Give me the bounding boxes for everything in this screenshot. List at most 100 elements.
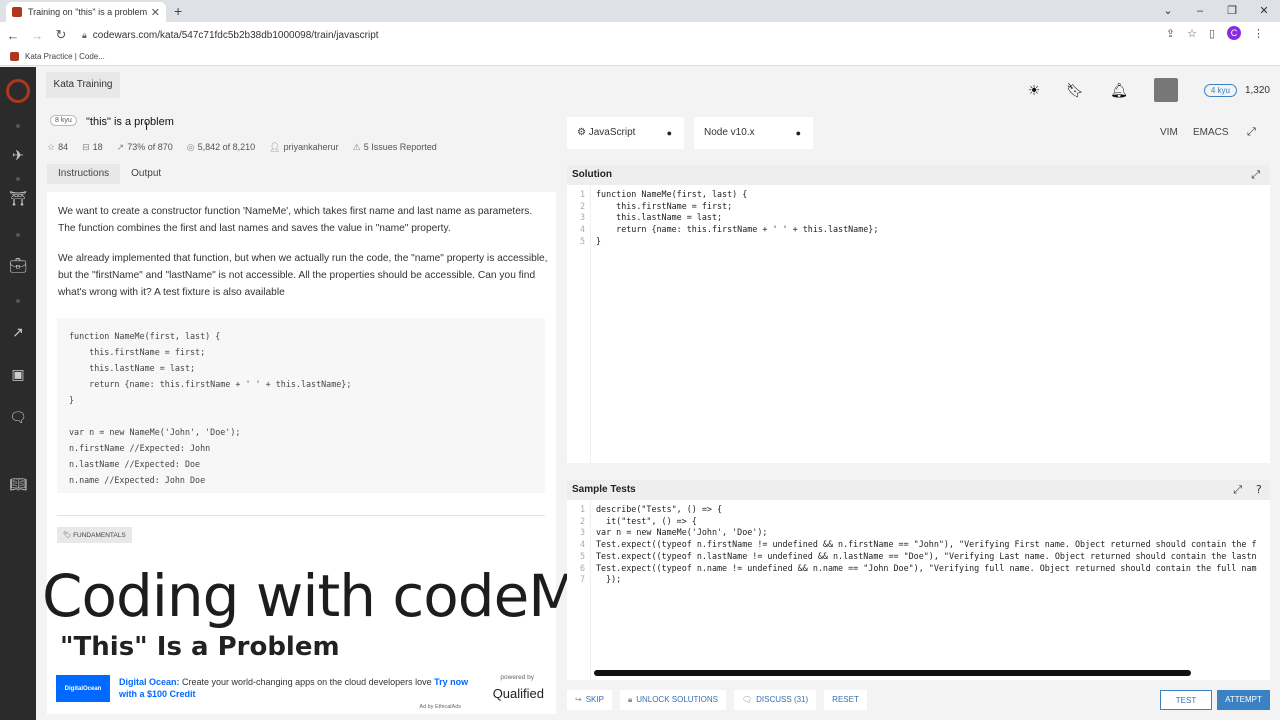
kata-title: "this" is a problem: [86, 116, 174, 128]
ad-text: Digital Ocean: Create your world-changin…: [119, 677, 469, 699]
dojo-icon[interactable]: ⛩︎: [8, 190, 28, 207]
rail-dot: [16, 124, 20, 128]
tag-icon: 🏷︎: [63, 532, 74, 539]
chat-icon[interactable]: 🗨︎: [8, 409, 28, 426]
codewars-favicon-icon: [10, 52, 19, 61]
minimize-icon[interactable]: –: [1184, 0, 1216, 22]
browser-actions: ⇪ ☆ ▯ C ⋮: [1166, 26, 1264, 40]
code-row: 2 this.firstName = first;: [579, 200, 733, 211]
discord-icon[interactable]: ▣: [8, 366, 28, 383]
rail-dot: [16, 233, 20, 237]
bookmark-star-icon[interactable]: ☆: [1187, 27, 1197, 40]
overlay-subtitle: "This" Is a Problem: [60, 632, 340, 662]
expand-icon[interactable]: ⤢: [1251, 168, 1260, 182]
practice-icon[interactable]: ✈︎: [8, 147, 28, 164]
browser-tab[interactable]: Training on "this" is a problem | C ✕: [6, 2, 166, 22]
code-row: 6 Test.expect((typeof n.name != undefined…: [579, 562, 1257, 573]
reload-icon[interactable]: ↻: [50, 27, 72, 43]
close-window-icon[interactable]: ✕: [1248, 0, 1280, 22]
code-line: n.name //Expected: John Doe: [69, 475, 206, 485]
completed-stat: ◎ 5,842 of 8,210: [186, 142, 256, 152]
theme-sun-icon[interactable]: ☀: [1028, 82, 1041, 99]
sidepanel-icon[interactable]: ▯: [1209, 27, 1215, 40]
new-tab-icon[interactable]: +: [174, 3, 182, 19]
codewars-logo-icon[interactable]: [6, 79, 30, 103]
url-field[interactable]: 🔒︎ codewars.com/kata/547c71fdc5b2b38db10…: [82, 25, 1157, 45]
user-avatar[interactable]: [1153, 78, 1178, 102]
url-text: codewars.com/kata/547c71fdc5b2b38db10000…: [92, 29, 379, 41]
leaderboard-icon[interactable]: ↗: [8, 324, 28, 341]
reset-button[interactable]: RESET: [824, 690, 867, 710]
skip-button[interactable]: ↪ SKIP: [567, 690, 612, 710]
code-line: var n = new NameMe('John', 'Doe');: [69, 427, 241, 437]
restore-icon[interactable]: ❐: [1216, 0, 1248, 22]
header-actions: ☀ 🔖︎ 🔔︎ 4 kyu 1,320: [1028, 78, 1270, 102]
codewars-favicon-icon: [12, 7, 22, 17]
share-icon[interactable]: ⇪: [1166, 27, 1175, 40]
back-icon[interactable]: ←: [2, 28, 24, 43]
horizontal-scrollbar[interactable]: [594, 670, 1191, 676]
chat-icon: 🗨︎: [742, 695, 753, 704]
version-select[interactable]: Node v10.x ●: [694, 117, 813, 149]
unlock-solutions-button[interactable]: 🔒︎ UNLOCK SOLUTIONS: [619, 690, 726, 710]
code-row: 1 describe("Tests", () => {: [579, 504, 723, 514]
fullscreen-icon[interactable]: ⤢: [1247, 126, 1256, 139]
briefcase-icon[interactable]: 💼︎: [8, 257, 28, 274]
attempt-button[interactable]: ATTEMPT: [1217, 690, 1270, 710]
tag-fundamentals[interactable]: 🏷︎ FUNDAMENTALS: [57, 527, 132, 543]
forward-icon[interactable]: →: [26, 28, 48, 43]
ad-banner[interactable]: DigitalOcean Digital Ocean: Create your …: [47, 666, 556, 714]
window-controls: ⌄ – ❐ ✕: [1152, 0, 1280, 22]
code-row: 2 it("test", () => {: [579, 515, 697, 526]
warning-icon: ⚠: [352, 142, 361, 152]
text-cursor-icon: I: [145, 121, 149, 133]
discuss-button[interactable]: 🗨︎ DISCUSS (31): [734, 690, 817, 710]
digitalocean-logo: DigitalOcean: [56, 675, 110, 702]
bookmarks-icon[interactable]: 🔖︎: [1066, 82, 1084, 99]
address-bar-row: ← → ↻ 🔒︎ codewars.com/kata/547c71fdc5b2b…: [0, 22, 1280, 48]
kata-training-tab[interactable]: Kata Training: [46, 72, 120, 98]
code-row: 4 return {name: this.firstName + ' ' + t…: [579, 224, 879, 235]
author-link[interactable]: 👤︎ priyankaherur: [269, 142, 338, 153]
satisfaction-stat: ↗ 73% of 870: [116, 142, 173, 152]
bookmark-kata-practice[interactable]: Kata Practice | Code...: [25, 52, 105, 61]
honor-count: 1,320: [1244, 84, 1270, 96]
test-button[interactable]: TEST: [1160, 690, 1212, 710]
code-row: 3 this.lastName = last;: [579, 212, 723, 223]
close-tab-icon[interactable]: ✕: [151, 6, 160, 19]
tab-output[interactable]: Output: [120, 164, 172, 184]
user-icon: 👤︎: [269, 142, 281, 152]
vim-mode-toggle[interactable]: VIM: [1160, 127, 1178, 138]
issues-link[interactable]: ⚠ 5 Issues Reported: [353, 142, 437, 153]
help-icon[interactable]: ?: [1255, 483, 1262, 496]
profile-avatar[interactable]: C: [1227, 26, 1241, 40]
notifications-bell-icon[interactable]: 🔔︎: [1110, 82, 1128, 99]
tab-search-icon[interactable]: ⌄: [1152, 0, 1184, 22]
example-code-block: function NameMe(first, last) { this.firs…: [57, 318, 545, 493]
tests-editor[interactable]: 1 describe("Tests", () => { 2 it("test", …: [567, 504, 1257, 586]
code-row: 3 var n = new NameMe('John', 'Doe');: [579, 527, 768, 538]
stars-stat[interactable]: ☆ 84: [47, 142, 68, 153]
menu-icon[interactable]: ⋮: [1253, 27, 1264, 40]
docs-book-icon[interactable]: 📖︎: [8, 476, 28, 493]
user-rank-badge: 4 kyu: [1203, 83, 1237, 97]
code-line: function NameMe(first, last) {: [69, 331, 221, 341]
divider: [57, 515, 545, 516]
kata-rank-badge: 8 kyu: [50, 115, 77, 126]
language-icon: ⚙︎: [577, 127, 589, 138]
action-footer: ↪ SKIP 🔒︎ UNLOCK SOLUTIONS 🗨︎ DISCUSS (31) …: [567, 690, 1270, 712]
code-row: 5 Test.expect((typeof n.lastName != undef…: [579, 550, 1257, 561]
emacs-mode-toggle[interactable]: EMACS: [1193, 127, 1229, 138]
browser-tab-bar: Training on "this" is a problem | C ✕ + …: [0, 0, 1280, 22]
chevron-down-icon: ●: [666, 128, 672, 138]
star-icon: ☆: [47, 142, 56, 152]
solution-editor[interactable]: 1 function NameMe(first, last) { 2 this.f…: [567, 189, 878, 248]
chevron-down-icon: ●: [795, 128, 801, 138]
tab-instructions[interactable]: Instructions: [47, 164, 121, 184]
language-select[interactable]: ⚙︎ JavaScript ●: [567, 117, 684, 149]
bookmark-icon: ⊟: [82, 142, 90, 152]
left-nav-rail: ✈︎ ⛩︎ 💼︎ ↗ ▣ 🗨︎ 📖︎: [0, 67, 36, 720]
sample-tests-panel: Sample Tests ⤢ ? 1 describe("Tests", () =…: [567, 480, 1270, 680]
expand-icon[interactable]: ⤢: [1233, 483, 1242, 497]
sample-tests-header: Sample Tests: [567, 480, 1270, 500]
